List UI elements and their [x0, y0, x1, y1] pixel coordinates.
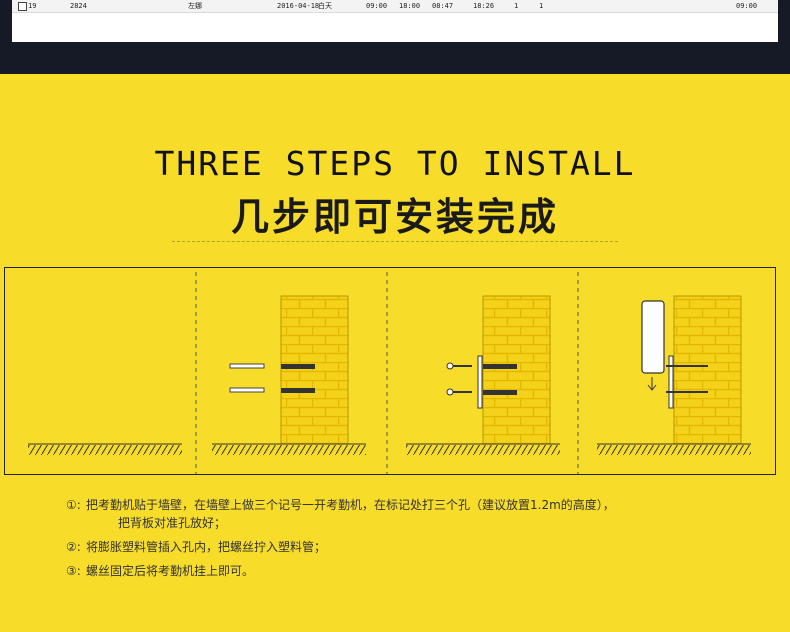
- anchor-icon: [229, 363, 265, 369]
- brick-wall-2: [482, 295, 551, 445]
- instruction-step-3: ③: 螺丝固定后将考勤机挂上即可。: [66, 562, 254, 580]
- cell-date: 2016-04-18: [277, 2, 320, 10]
- cell-id: 2824: [70, 2, 87, 10]
- row-checkbox[interactable]: [18, 2, 27, 11]
- ground-hatch-1: [212, 445, 366, 455]
- ground-hatch-3: [597, 445, 751, 455]
- cell-check-in: 08:47: [432, 2, 454, 10]
- step-text: 螺丝固定后将考勤机挂上即可。: [86, 564, 255, 578]
- brick-wall-1: [280, 295, 349, 445]
- cell-name: 左娜: [188, 2, 202, 10]
- install-diagram: [28, 272, 751, 474]
- cell-check-out: 18:26: [473, 2, 495, 10]
- top-strip: 19 2824 左娜 2016-04-18 白天 09:00 18:00 08:…: [0, 0, 790, 74]
- instruction-step-2: ②: 将膨胀塑料管插入孔内，把螺丝拧入塑料管；: [66, 538, 326, 556]
- install-section: THREE STEPS TO INSTALL 几步即可安装完成 ①: 把考勤机贴…: [0, 74, 790, 632]
- anchor-in-wall: [483, 390, 517, 395]
- anchor-icon: [229, 387, 265, 393]
- instruction-step-1-cont: 把背板对准孔放好；: [118, 514, 226, 532]
- anchor-in-wall: [483, 364, 517, 369]
- step-text-continued: 把背板对准孔放好；: [118, 516, 227, 530]
- cell-off-time: 18:00: [399, 2, 421, 10]
- step-1-diagram: [212, 295, 366, 455]
- cell-time-end: 09:00: [736, 2, 758, 10]
- spreadsheet-snippet: 19 2824 左娜 2016-04-18 白天 09:00 18:00 08:…: [12, 0, 778, 42]
- ground-hatch-0: [28, 443, 182, 455]
- backplate-icon: [668, 355, 674, 409]
- cell-shift: 白天: [318, 2, 332, 10]
- instruction-step-1: ①: 把考勤机贴于墙壁，在墙壁上做三个记号一开考勤机，在标记处打三个孔（建议放置1…: [66, 496, 615, 514]
- step-2-diagram: [406, 295, 560, 455]
- backplate-icon: [477, 355, 483, 409]
- cell-index: 19: [28, 2, 37, 10]
- cell-count-b: 1: [539, 2, 544, 10]
- ground-hatch-2: [406, 445, 560, 455]
- cell-on-time: 09:00: [366, 2, 388, 10]
- attendance-device-icon: [641, 300, 665, 374]
- step-text: 将膨胀塑料管插入孔内，把螺丝拧入塑料管；: [86, 540, 327, 554]
- drill-hole: [281, 388, 315, 393]
- drill-hole: [281, 364, 315, 369]
- step-number: ③:: [66, 564, 81, 578]
- cell-count-a: 1: [514, 2, 519, 10]
- step-text: 把考勤机贴于墙壁，在墙壁上做三个记号一开考勤机，在标记处打三个孔（建议放置1.2…: [86, 498, 615, 512]
- step-number: ②:: [66, 540, 81, 554]
- step-number: ①:: [66, 498, 81, 512]
- step-3-diagram: [597, 295, 751, 455]
- table-row: 19 2824 左娜 2016-04-18 白天 09:00 18:00 08:…: [12, 0, 778, 13]
- brick-wall-3: [673, 295, 742, 445]
